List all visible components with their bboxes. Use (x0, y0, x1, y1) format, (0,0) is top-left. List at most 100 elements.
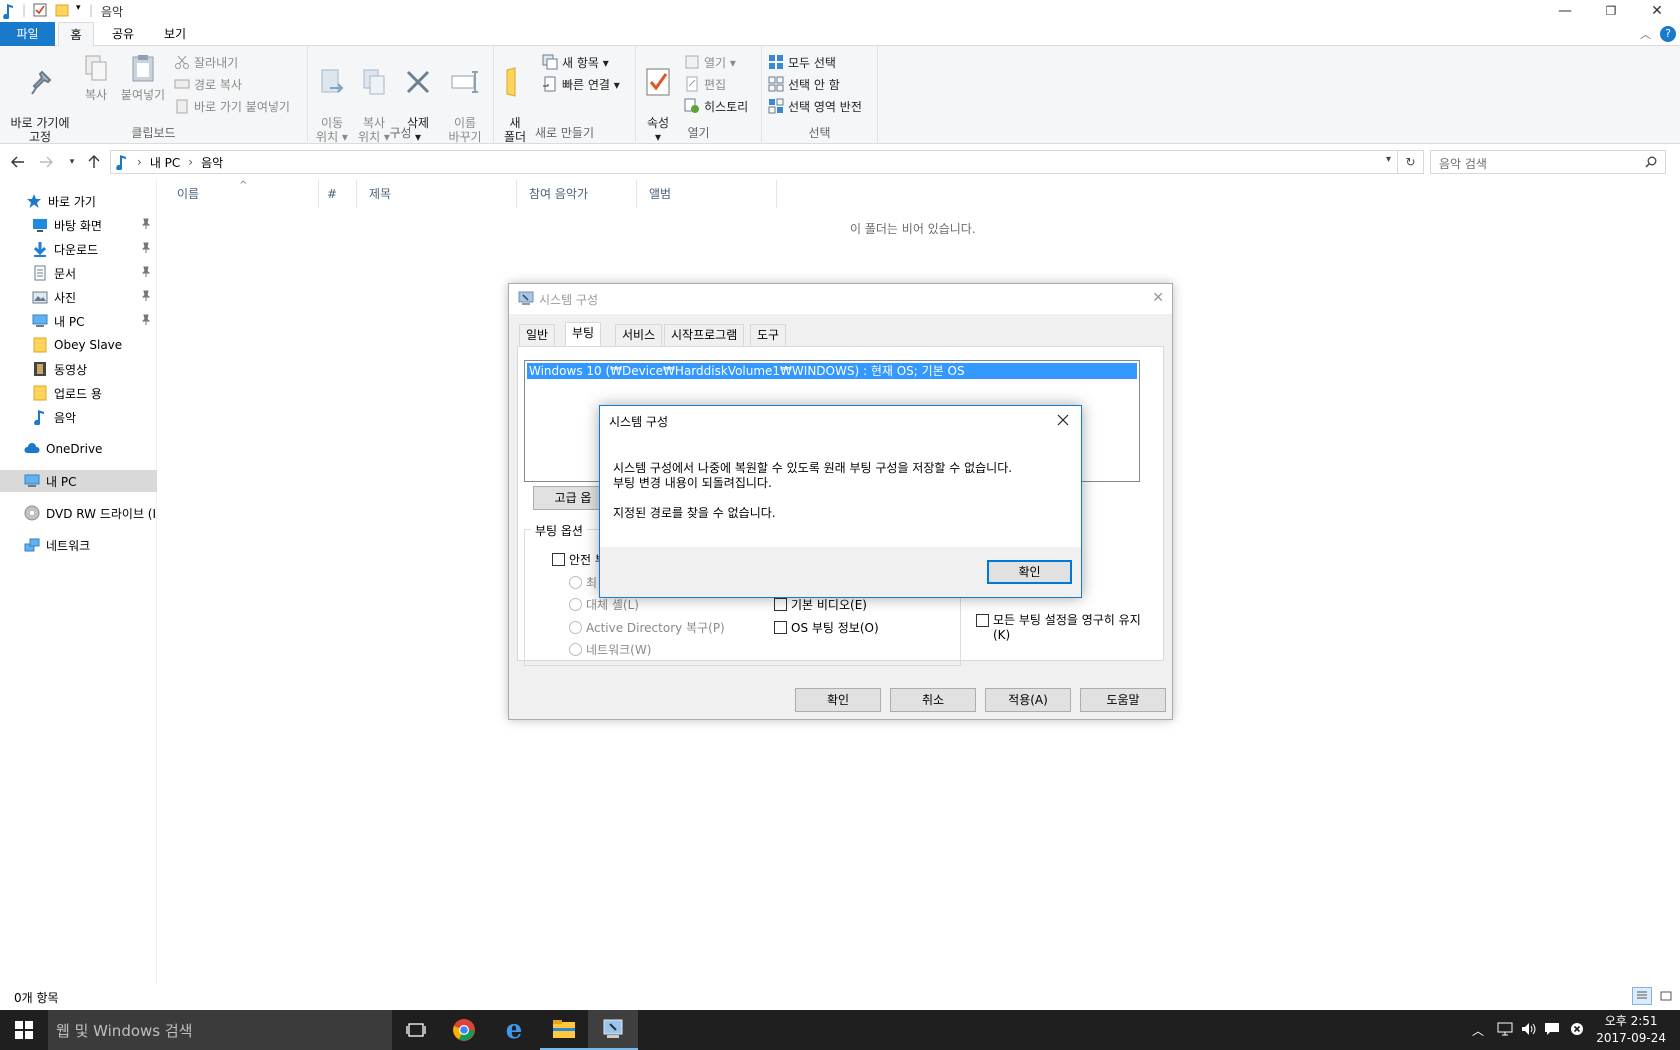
os-boot-info-checkbox[interactable]: OS 부팅 정보(O) (774, 619, 879, 636)
sidebar-item-obey-slave[interactable]: Obey Slave (0, 334, 157, 356)
pin-icon[interactable] (141, 218, 151, 230)
taskbar-clock[interactable]: 오후 2:51 2017-09-24 (1596, 1013, 1666, 1047)
easy-access-button[interactable]: 빠른 연결 ▾ (542, 74, 620, 94)
forward-arrow-icon[interactable] (36, 152, 56, 172)
paste-button[interactable]: 붙여넣기 (118, 52, 168, 102)
computer-icon (32, 314, 48, 327)
alternate-shell-radio[interactable]: 대체 셸(L) (569, 596, 639, 613)
tab-share[interactable]: 공유 (103, 22, 143, 46)
minimal-radio[interactable]: 최 (569, 574, 597, 591)
select-all-button[interactable]: 모두 선택 (768, 52, 836, 72)
msconfig-ok-button[interactable]: 확인 (795, 688, 881, 712)
action-center-tray-icon[interactable] (1544, 1021, 1560, 1037)
select-none-button[interactable]: 선택 안 함 (768, 74, 840, 94)
edge-taskbar-button[interactable]: e (490, 1010, 538, 1050)
sidebar-item-upload[interactable]: 업로드 용 (0, 382, 157, 404)
paste-shortcut-button[interactable]: 바로 가기 붙여넣기 (174, 96, 290, 116)
close-button[interactable]: ✕ (1634, 0, 1680, 22)
sidebar-item-videos[interactable]: 동영상 (0, 358, 157, 380)
column-header-album[interactable]: 앨범 (637, 180, 777, 208)
open-button[interactable]: 열기 ▾ (684, 52, 736, 72)
invert-selection-button[interactable]: 선택 영역 반전 (768, 96, 862, 116)
search-input[interactable]: 음악 검색 (1430, 150, 1666, 174)
customize-quick-access-icon[interactable]: ▾ (76, 3, 81, 13)
sidebar-item-network[interactable]: 네트워크 (0, 534, 157, 556)
task-view-button[interactable] (392, 1010, 440, 1050)
security-alert-tray-icon[interactable] (1570, 1022, 1584, 1036)
sidebar-item-onedrive[interactable]: OneDrive (0, 438, 157, 460)
pin-icon[interactable] (141, 266, 151, 278)
column-header-number[interactable]: # (319, 180, 357, 208)
recent-locations-chevron-icon[interactable]: ▾ (62, 152, 82, 172)
msconfig-apply-button[interactable]: 적용(A) (985, 688, 1071, 712)
sidebar-item-dvd-drive[interactable]: DVD RW 드라이브 (I (0, 502, 157, 524)
taskbar-search-input[interactable]: 웹 및 Windows 검색 (48, 1010, 392, 1050)
column-header-name[interactable]: 이름 ^ (165, 180, 319, 208)
tab-home[interactable]: 홈 (58, 22, 94, 47)
os-list-item[interactable]: Windows 10 (₩Device₩HarddiskVolume1₩WIND… (527, 363, 1137, 379)
music-icon (34, 410, 44, 425)
make-permanent-checkbox[interactable]: 모든 부팅 설정을 영구히 유지 (K) (976, 613, 1141, 643)
sidebar-item-pictures[interactable]: 사진 (0, 286, 157, 308)
collapse-ribbon-icon[interactable]: ︿ (1640, 26, 1651, 42)
cloud-icon (24, 443, 40, 453)
copy-button[interactable]: 복사 (80, 52, 112, 102)
tab-boot[interactable]: 부팅 (565, 322, 602, 347)
new-item-button[interactable]: 새 항목 ▾ (542, 52, 609, 72)
tab-general[interactable]: 일반 (519, 324, 556, 346)
address-bar[interactable]: › 내 PC › 음악 ▾ (110, 150, 1398, 174)
network-tray-icon[interactable] (1496, 1021, 1514, 1037)
chrome-taskbar-button[interactable] (440, 1010, 488, 1050)
show-hidden-icons-chevron-icon[interactable]: ︿ (1472, 1022, 1484, 1039)
copy-path-button[interactable]: 경로 복사 (174, 74, 242, 94)
restore-button[interactable]: ❐ (1588, 0, 1634, 22)
msconfig-close-icon[interactable]: ✕ (1152, 290, 1164, 306)
message-close-icon[interactable] (1051, 410, 1075, 430)
message-ok-button[interactable]: 확인 (987, 560, 1072, 584)
start-button[interactable] (0, 1010, 48, 1050)
pin-icon[interactable] (141, 290, 151, 302)
large-icons-view-icon[interactable] (1656, 987, 1676, 1005)
tab-startup[interactable]: 시작프로그램 (664, 324, 745, 346)
sidebar-item-this-pc[interactable]: 내 PC (0, 470, 157, 492)
breadcrumb-music[interactable]: 음악 (201, 154, 223, 171)
refresh-icon[interactable]: ↻ (1398, 150, 1424, 174)
file-explorer-taskbar-button[interactable] (540, 1010, 588, 1050)
network-radio[interactable]: 네트워크(W) (569, 641, 651, 658)
tab-tools[interactable]: 도구 (750, 324, 787, 346)
message-dialog-title: 시스템 구성 (609, 415, 669, 429)
sidebar-item-music[interactable]: 음악 (0, 406, 157, 428)
up-arrow-icon[interactable] (84, 152, 104, 172)
sidebar-item-downloads[interactable]: 다운로드 (0, 238, 157, 260)
address-dropdown-icon[interactable]: ▾ (1386, 154, 1391, 165)
back-arrow-icon[interactable] (8, 152, 28, 172)
properties-quick-icon[interactable] (33, 3, 47, 17)
column-header-artist[interactable]: 참여 음악가 (517, 180, 637, 208)
pin-icon[interactable] (141, 314, 151, 326)
sidebar-item-quick-access[interactable]: 바로 가기 (0, 190, 157, 212)
tab-file[interactable]: 파일 (0, 22, 55, 46)
details-view-icon[interactable] (1632, 987, 1652, 1005)
breadcrumb-this-pc[interactable]: 내 PC (150, 154, 180, 171)
column-headers: 이름 ^ # 제목 참여 음악가 앨범 (165, 180, 1680, 208)
msconfig-help-button[interactable]: 도움말 (1080, 688, 1166, 712)
minimize-button[interactable]: — (1542, 0, 1588, 22)
pin-icon[interactable] (141, 242, 151, 254)
sidebar-item-this-pc-pinned[interactable]: 내 PC (0, 310, 157, 332)
help-icon[interactable]: ? (1660, 26, 1676, 42)
volume-tray-icon[interactable] (1520, 1021, 1538, 1037)
msconfig-taskbar-button[interactable] (588, 1010, 638, 1050)
sidebar-item-desktop[interactable]: 바탕 화면 (0, 214, 157, 236)
active-directory-repair-radio[interactable]: Active Directory 복구(P) (569, 619, 725, 636)
msconfig-cancel-button[interactable]: 취소 (890, 688, 976, 712)
edit-button[interactable]: 편집 (684, 74, 726, 94)
history-button[interactable]: 히스토리 (684, 96, 748, 116)
base-video-checkbox[interactable]: 기본 비디오(E) (774, 596, 867, 613)
cut-button[interactable]: 잘라내기 (174, 52, 238, 72)
sidebar-item-documents[interactable]: 문서 (0, 262, 157, 284)
safe-boot-checkbox[interactable]: 안전 부 (552, 551, 606, 568)
tab-services[interactable]: 서비스 (615, 324, 663, 346)
new-folder-quick-icon[interactable] (55, 3, 69, 17)
tab-view[interactable]: 보기 (155, 22, 195, 46)
column-header-title[interactable]: 제목 (357, 180, 517, 208)
